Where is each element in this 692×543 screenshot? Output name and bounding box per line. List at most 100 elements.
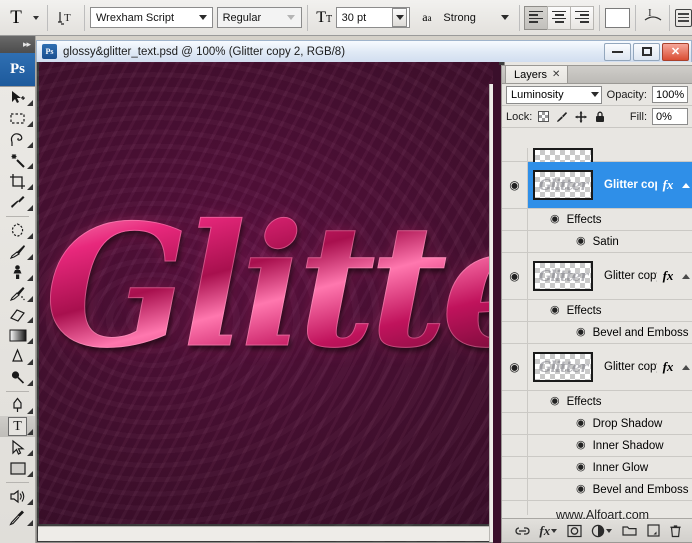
lock-all-icon[interactable] — [594, 111, 606, 123]
new-group-button[interactable] — [622, 525, 637, 537]
document-title-bar[interactable]: Ps glossy&glitter_text.psd @ 100% (Glitt… — [36, 40, 692, 62]
effect-row[interactable]: ◉ Bevel and Emboss — [502, 322, 692, 344]
layer-row[interactable]: ◉ Glitter Glitter copy fx — [502, 253, 692, 300]
path-selection-tool[interactable] — [0, 437, 35, 458]
close-icon[interactable]: ✕ — [552, 69, 560, 80]
move-tool[interactable] — [0, 87, 35, 108]
image-canvas[interactable]: Glitter — [39, 62, 499, 524]
collapse-panel-button[interactable]: ▸▸ — [0, 36, 35, 53]
effects-group-row[interactable]: ◉ Effects — [502, 209, 692, 231]
eye-icon[interactable]: ◉ — [550, 396, 560, 407]
hand-tool[interactable] — [0, 486, 35, 507]
spot-healing-brush-tool[interactable] — [0, 220, 35, 241]
chevron-down-icon[interactable] — [392, 8, 407, 27]
expand-effects-toggle[interactable] — [679, 274, 692, 279]
effect-row[interactable]: ◉ Inner Glow — [502, 457, 692, 479]
new-adjustment-layer-button[interactable] — [591, 524, 612, 538]
font-size-combo[interactable]: 30 pt — [336, 7, 410, 28]
eye-icon[interactable]: ◉ — [576, 484, 586, 495]
expand-effects-toggle[interactable] — [679, 183, 692, 188]
crop-tool[interactable] — [0, 171, 35, 192]
effects-group-row[interactable]: ◉ Effects — [502, 300, 692, 322]
zoom-tool[interactable] — [0, 507, 35, 528]
layer-visibility-toggle[interactable]: ◉ — [502, 162, 528, 208]
layer-row[interactable]: ◉ Glitter Glitter copy... fx — [502, 162, 692, 209]
text-orientation-button[interactable]: T — [53, 5, 79, 31]
expand-effects-toggle[interactable] — [679, 365, 692, 370]
font-style-combo[interactable]: Regular — [217, 7, 302, 28]
delete-layer-button[interactable] — [669, 524, 682, 538]
layer-thumbnail[interactable]: Glitter — [533, 170, 593, 200]
gradient-tool[interactable] — [0, 325, 35, 346]
blend-mode-combo[interactable]: Luminosity — [506, 86, 602, 104]
font-family-combo[interactable]: Wrexham Script — [90, 7, 213, 28]
effect-label: Inner Shadow — [586, 440, 664, 452]
fill-input[interactable]: 0% — [652, 108, 688, 125]
effect-row[interactable]: ◉ Inner Shadow — [502, 435, 692, 457]
anti-aliasing-combo[interactable]: Strong — [438, 7, 514, 28]
rectangle-tool[interactable] — [0, 458, 35, 479]
minimize-button[interactable] — [604, 43, 631, 61]
eye-icon[interactable]: ◉ — [576, 418, 586, 429]
effect-row[interactable]: ◉ Drop Shadow — [502, 413, 692, 435]
effect-row[interactable]: ◉ Satin — [502, 231, 692, 253]
layer-row-partial[interactable] — [502, 148, 692, 162]
eye-icon[interactable]: ◉ — [576, 236, 586, 247]
text-color-swatch[interactable] — [605, 8, 630, 28]
blur-tool[interactable] — [0, 346, 35, 367]
brush-tool[interactable] — [0, 241, 35, 262]
add-layer-mask-button[interactable] — [567, 524, 582, 538]
layer-visibility-toggle[interactable]: ◉ — [502, 344, 528, 390]
effect-row[interactable]: ◉ Bevel and Emboss — [502, 479, 692, 501]
lasso-tool[interactable] — [0, 129, 35, 150]
marquee-icon — [9, 110, 26, 127]
effects-group-row[interactable]: ◉ Effects — [502, 391, 692, 413]
layer-row[interactable]: ◉ Glitter Glitter copy 3 fx — [502, 344, 692, 391]
tool-preset-picker[interactable]: T — [0, 5, 42, 31]
eye-icon[interactable]: ◉ — [576, 462, 586, 473]
canvas-horizontal-scrollbar[interactable] — [38, 526, 490, 541]
warp-text-button[interactable]: I — [641, 5, 664, 30]
horizontal-type-tool[interactable]: T — [0, 416, 35, 437]
canvas-area[interactable]: Glitter — [36, 62, 505, 543]
layer-fx-badge[interactable]: fx — [657, 177, 679, 193]
layer-thumbnail[interactable]: Glitter — [533, 261, 593, 291]
healing-brush-icon — [9, 222, 26, 239]
lock-image-pixels-icon[interactable] — [556, 111, 568, 123]
close-button[interactable]: ✕ — [662, 43, 689, 61]
eye-icon[interactable]: ◉ — [576, 440, 586, 451]
align-left-button[interactable] — [524, 6, 548, 30]
maximize-button[interactable] — [633, 43, 660, 61]
lock-transparent-pixels-icon[interactable] — [537, 111, 549, 123]
layer-list[interactable]: ◉ Glitter Glitter copy... fx ◉ Effects ◉… — [502, 148, 692, 515]
eraser-tool[interactable] — [0, 304, 35, 325]
add-layer-style-button[interactable]: fx — [539, 523, 557, 539]
layer-fx-badge[interactable]: fx — [657, 268, 679, 284]
pen-tool[interactable] — [0, 395, 35, 416]
clone-stamp-tool[interactable] — [0, 262, 35, 283]
dodge-tool[interactable] — [0, 367, 35, 388]
layer-visibility-toggle[interactable]: ◉ — [502, 253, 528, 299]
link-layers-button[interactable] — [513, 525, 530, 537]
tab-layers[interactable]: Layers ✕ — [505, 65, 568, 83]
layer-fx-badge[interactable]: fx — [657, 359, 679, 375]
new-layer-button[interactable] — [647, 524, 660, 537]
rectangular-marquee-tool[interactable] — [0, 108, 35, 129]
chevron-down-icon[interactable] — [284, 8, 299, 27]
eye-icon[interactable]: ◉ — [550, 305, 560, 316]
align-right-button[interactable] — [570, 6, 594, 30]
quick-selection-tool[interactable] — [0, 150, 35, 171]
eye-icon[interactable]: ◉ — [576, 327, 586, 338]
align-center-button[interactable] — [547, 6, 571, 30]
eye-icon[interactable]: ◉ — [550, 214, 560, 225]
character-paragraph-panels-button[interactable] — [675, 9, 692, 27]
history-brush-tool[interactable] — [0, 283, 35, 304]
layer-thumbnail[interactable]: Glitter — [533, 352, 593, 382]
opacity-input[interactable]: 100% — [652, 86, 688, 103]
eyedropper-tool[interactable] — [0, 192, 35, 213]
layer-thumbnail[interactable] — [533, 148, 593, 162]
chevron-down-icon[interactable] — [497, 8, 512, 27]
chevron-down-icon[interactable] — [195, 8, 210, 27]
layer-visibility-toggle[interactable] — [502, 148, 528, 161]
lock-position-icon[interactable] — [575, 111, 587, 123]
